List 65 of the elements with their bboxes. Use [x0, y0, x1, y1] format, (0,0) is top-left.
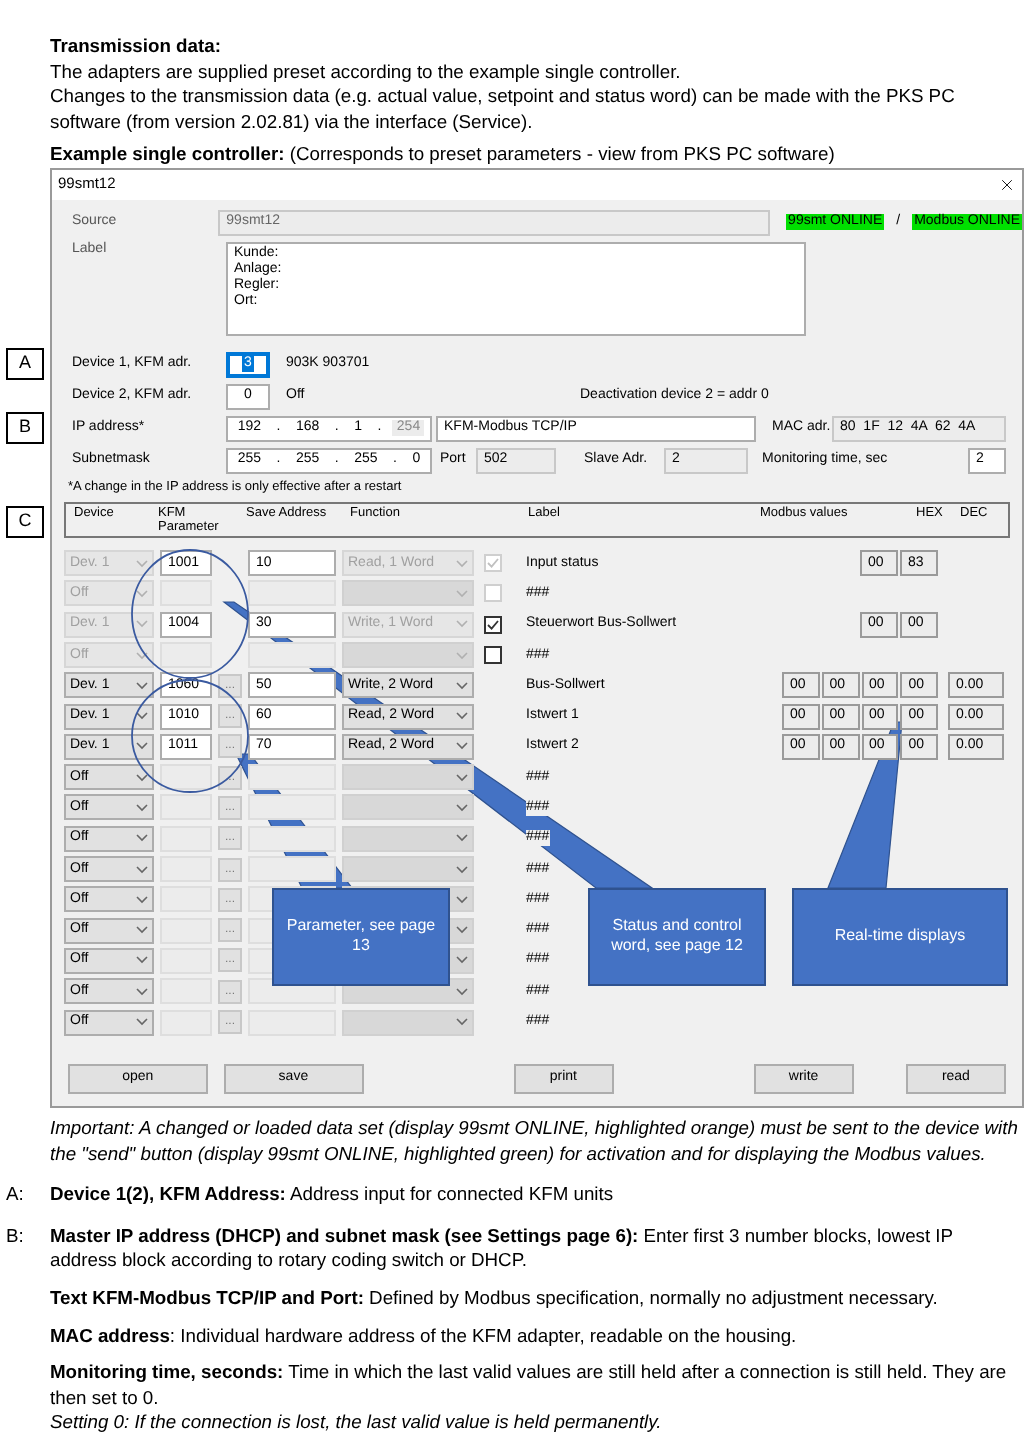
chevron-down-icon	[136, 803, 148, 812]
chevron-down-icon	[456, 742, 468, 751]
chevron-down-icon	[136, 681, 148, 690]
checkbox[interactable]	[483, 615, 501, 634]
chevron-down-icon	[456, 589, 468, 598]
chevron-down-icon	[456, 651, 468, 659]
chevron-down-icon	[136, 712, 148, 721]
address-field[interactable]	[248, 642, 336, 668]
marker-label: C	[6, 505, 44, 538]
chevron-down-icon	[456, 895, 468, 904]
chevron-down-icon	[136, 895, 148, 904]
chevron-down-icon	[136, 834, 148, 843]
chevron-down-icon	[136, 589, 148, 598]
chevron-down-icon	[136, 987, 148, 996]
address-field[interactable]	[248, 580, 336, 607]
note-paragraph: Device 1(2), KFM Address: Address input for connected KFM units	[50, 1182, 614, 1208]
section-heading: Transmission data:	[50, 34, 223, 60]
address-field[interactable]	[248, 794, 336, 821]
callout-tooltip: Real-time displays	[792, 887, 1008, 986]
address-field[interactable]	[248, 856, 336, 883]
chevron-down-icon	[456, 834, 468, 843]
checkbox[interactable]	[483, 646, 501, 664]
chevron-down-icon	[136, 773, 148, 782]
close-icon[interactable]	[998, 175, 1016, 194]
note-marker: A:	[4, 1182, 26, 1208]
note-marker: B:	[4, 1223, 26, 1250]
note-paragraph: Monitoring time, seconds: Time in which the last valid values are still held after a connection is still held. They are then set to 0.	[50, 1360, 1009, 1411]
note-paragraph: Setting 0: If the connection is lost, the last valid value is held permanently.	[50, 1410, 664, 1436]
chevron-down-icon	[136, 742, 148, 751]
chevron-down-icon	[456, 620, 468, 629]
chevron-down-icon	[456, 987, 468, 996]
chevron-down-icon	[456, 865, 468, 874]
chevron-down-icon	[456, 681, 468, 690]
callout-tooltip: Status and control word, see page 12	[588, 887, 766, 986]
chevron-down-icon	[136, 651, 148, 659]
important-note: Important: A changed or loaded data set (display 99smt ONLINE, highlighted orange) must be sent to the device with the "send" button (display 99smt ONLINE, highlighted green) for activation and for displaying the Modbus values.	[48, 1115, 1018, 1167]
intro-text: Changes to the transmission data (e.g. actual value, setpoint and status word) can be made with the PKS PC software (from version 2.02.81) via the interface (Service).	[50, 84, 957, 135]
figure-caption: Example single controller: (Corresponds to preset parameters - view from PKS PC software)	[50, 142, 837, 168]
chevron-down-icon	[456, 773, 468, 782]
chevron-down-icon	[456, 926, 468, 935]
chevron-down-icon	[136, 620, 148, 629]
callout-tooltip: Parameter, see page 13	[272, 887, 450, 986]
note-paragraph: MAC address: Individual hardware address of the KFM adapter, readable on the housing.	[50, 1323, 799, 1349]
chevron-down-icon	[456, 956, 468, 965]
address-field[interactable]	[248, 825, 336, 852]
parameter-field[interactable]	[160, 764, 212, 791]
intro-text: The adapters are supplied preset according to the example single controller.	[50, 59, 683, 85]
marker-label: B	[6, 411, 44, 444]
highlight-ellipse	[131, 679, 249, 793]
chevron-down-icon	[456, 1018, 468, 1027]
highlight-ellipse	[131, 549, 249, 679]
parameter-field[interactable]	[160, 794, 212, 821]
address-field[interactable]	[248, 764, 336, 791]
parameter-field[interactable]	[160, 642, 212, 668]
chevron-down-icon	[136, 1018, 148, 1027]
chevron-down-icon	[136, 956, 148, 965]
chevron-down-icon	[456, 803, 468, 812]
chevron-down-icon	[456, 559, 468, 568]
chevron-down-icon	[136, 926, 148, 935]
chevron-down-icon	[136, 559, 148, 568]
chevron-down-icon	[456, 712, 468, 721]
chevron-down-icon	[136, 865, 148, 874]
note-paragraph: Master IP address (DHCP) and subnet mask (see Settings page 6): Enter first 3 number blocks, lowest IP address block according to rotary coding switch or DHCP.	[50, 1223, 955, 1274]
marker-label: A	[6, 347, 44, 380]
note-paragraph: Text KFM-Modbus TCP/IP and Port: Defined by Modbus specification, normally no adjustment necessary.	[50, 1285, 940, 1312]
